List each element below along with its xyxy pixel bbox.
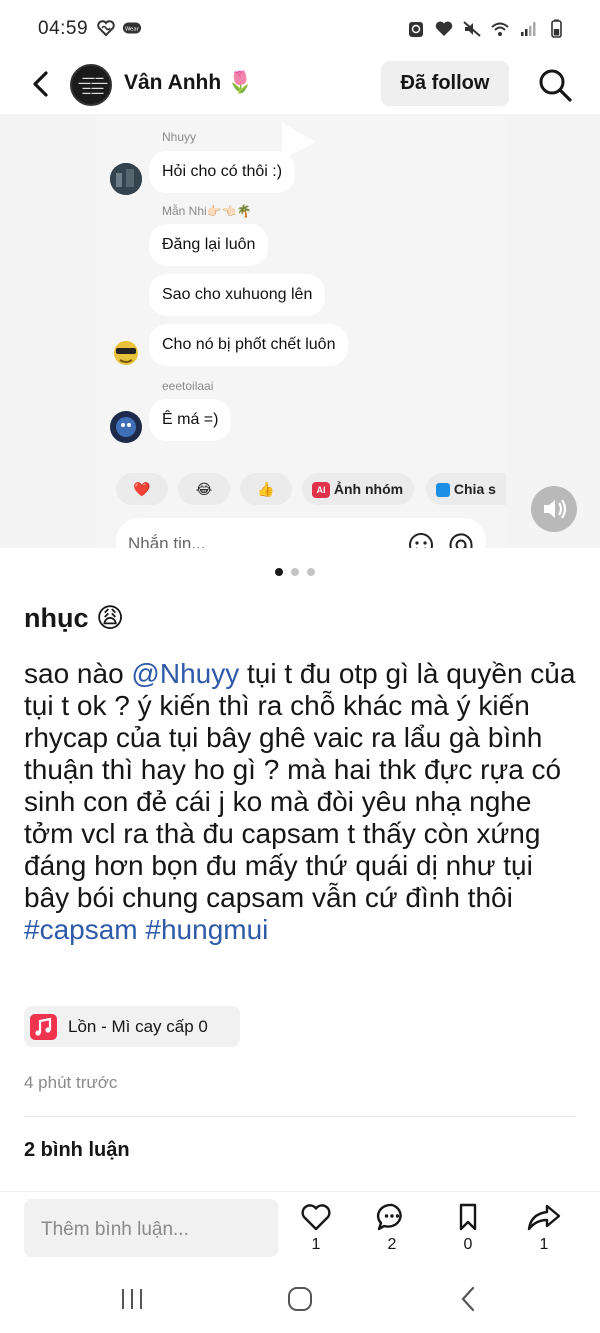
divider	[24, 1116, 576, 1117]
carousel-dot	[307, 568, 315, 576]
chat-bubble: Sao cho xuhuong lên	[149, 274, 326, 316]
carousel-dot	[291, 568, 299, 576]
post-title: nhục 😩	[24, 603, 125, 633]
tulip-emoji: 🌷	[227, 71, 254, 94]
share-square-icon	[436, 483, 450, 498]
post-timestamp: 4 phút trước	[24, 1073, 118, 1092]
back-arrow-icon[interactable]	[24, 66, 60, 102]
heart-icon	[301, 1204, 331, 1231]
post-body: sao nào @Nhuyy tụi t đu otp gì là quyền …	[24, 658, 576, 945]
sender-name: Nhuyy	[162, 130, 197, 144]
heart-icon	[435, 21, 453, 36]
chat-bubble: Ê má =)	[149, 399, 232, 441]
battery-icon	[551, 19, 562, 38]
music-chip[interactable]: Lồn - Mì cay cấp 0	[24, 1006, 240, 1047]
svg-text:Wear: Wear	[125, 27, 140, 33]
save-button[interactable]: 0	[446, 1202, 490, 1254]
username[interactable]: Vân Anhh 🌷	[124, 71, 253, 95]
avatar[interactable]: ▬▬▬ ▬▬ ▬▬▬ ▬▬▬▬ ▬▬ ▬▬▬ ▬▬ ▬▬▬	[70, 64, 112, 106]
home-icon[interactable]	[286, 1285, 314, 1313]
chat-avatar	[110, 411, 142, 443]
signal-icon	[521, 22, 536, 36]
status-left-icons: Wear	[96, 18, 142, 38]
chat-avatar	[110, 163, 142, 195]
wifi-icon	[491, 22, 509, 36]
reaction-laugh: 😂	[178, 473, 230, 505]
recent-apps-icon[interactable]	[118, 1286, 146, 1312]
weary-face-emoji: 😩	[96, 603, 125, 633]
carousel-dot-active	[275, 568, 283, 576]
heart-infinity-icon	[97, 20, 115, 37]
follow-button[interactable]: Đã follow	[381, 61, 509, 106]
status-right-icons	[406, 19, 566, 39]
sticker-icon	[409, 533, 433, 548]
sender-name: Mẫn Nhi👉🏻👈🏻🌴	[162, 204, 252, 218]
recycle-icon	[409, 22, 423, 37]
status-time: 04:59	[38, 18, 89, 39]
group-photo-chip: AI Ảnh nhóm	[302, 473, 414, 505]
volume-button[interactable]	[531, 486, 577, 532]
mute-icon	[463, 21, 481, 37]
chat-avatar	[110, 336, 142, 368]
ai-icon: AI	[312, 482, 330, 499]
post-header: ▬▬▬ ▬▬ ▬▬▬ ▬▬▬▬ ▬▬ ▬▬▬ ▬▬ ▬▬▬ Vân Anhh 🌷…	[0, 58, 600, 112]
save-count: 0	[463, 1236, 473, 1253]
like-count: 1	[311, 1236, 321, 1253]
wear-icon: Wear	[122, 22, 142, 34]
back-nav-icon[interactable]	[456, 1285, 480, 1313]
comment-button[interactable]: 2	[370, 1202, 414, 1254]
message-input-placeholder: Nhắn tin...	[128, 534, 206, 548]
music-note-icon	[30, 1014, 57, 1040]
chat-bubble: Hỏi cho có thôi :)	[149, 151, 296, 193]
system-nav-bar	[0, 1272, 600, 1333]
like-button[interactable]: 1	[294, 1202, 338, 1254]
share-arrow-icon	[527, 1204, 561, 1231]
chat-bubble: Cho nó bị phốt chết luôn	[149, 324, 349, 366]
mention-link[interactable]: @Nhuyy	[131, 658, 239, 689]
hashtag-link[interactable]: #hungmui	[145, 914, 268, 945]
comment-input[interactable]: Thêm bình luận...	[24, 1199, 278, 1257]
share-chip: Chia s	[426, 473, 506, 505]
post-image[interactable]: Nhuyy Hỏi cho có thôi :) Mẫn Nhi👉🏻👈🏻🌴 Đă…	[0, 114, 600, 548]
reaction-thumbs-up: 👍	[240, 473, 292, 505]
at-sign-icon	[449, 533, 473, 548]
bottom-action-bar: Thêm bình luận... 1 2 0 1	[0, 1191, 600, 1271]
carousel-indicator	[275, 568, 315, 576]
reaction-heart: ❤️	[116, 473, 168, 505]
bookmark-icon	[459, 1203, 477, 1231]
hashtag-link[interactable]: #capsam	[24, 914, 138, 945]
search-icon[interactable]	[536, 66, 574, 104]
music-title: Lồn - Mì cay cấp 0	[68, 1017, 208, 1036]
chat-bubble: Đăng lại luôn	[149, 224, 269, 266]
comment-placeholder: Thêm bình luận...	[41, 1219, 189, 1240]
avatar-artwork: ▬▬▬ ▬▬ ▬▬▬ ▬▬▬▬ ▬▬ ▬▬▬ ▬▬ ▬▬▬	[78, 75, 108, 95]
message-input: Nhắn tin...	[116, 518, 486, 548]
comment-bubble-icon	[376, 1203, 402, 1231]
sender-name: eeetoilaai	[162, 379, 214, 393]
chat-screenshot: Nhuyy Hỏi cho có thôi :) Mẫn Nhi👉🏻👈🏻🌴 Đă…	[96, 114, 506, 548]
comments-count[interactable]: 2 bình luận	[24, 1139, 130, 1162]
share-button[interactable]: 1	[522, 1202, 566, 1254]
speaker-icon	[544, 499, 567, 519]
status-bar: 04:59 Wear	[0, 0, 600, 58]
share-count: 1	[539, 1236, 549, 1253]
comment-count: 2	[387, 1236, 397, 1253]
